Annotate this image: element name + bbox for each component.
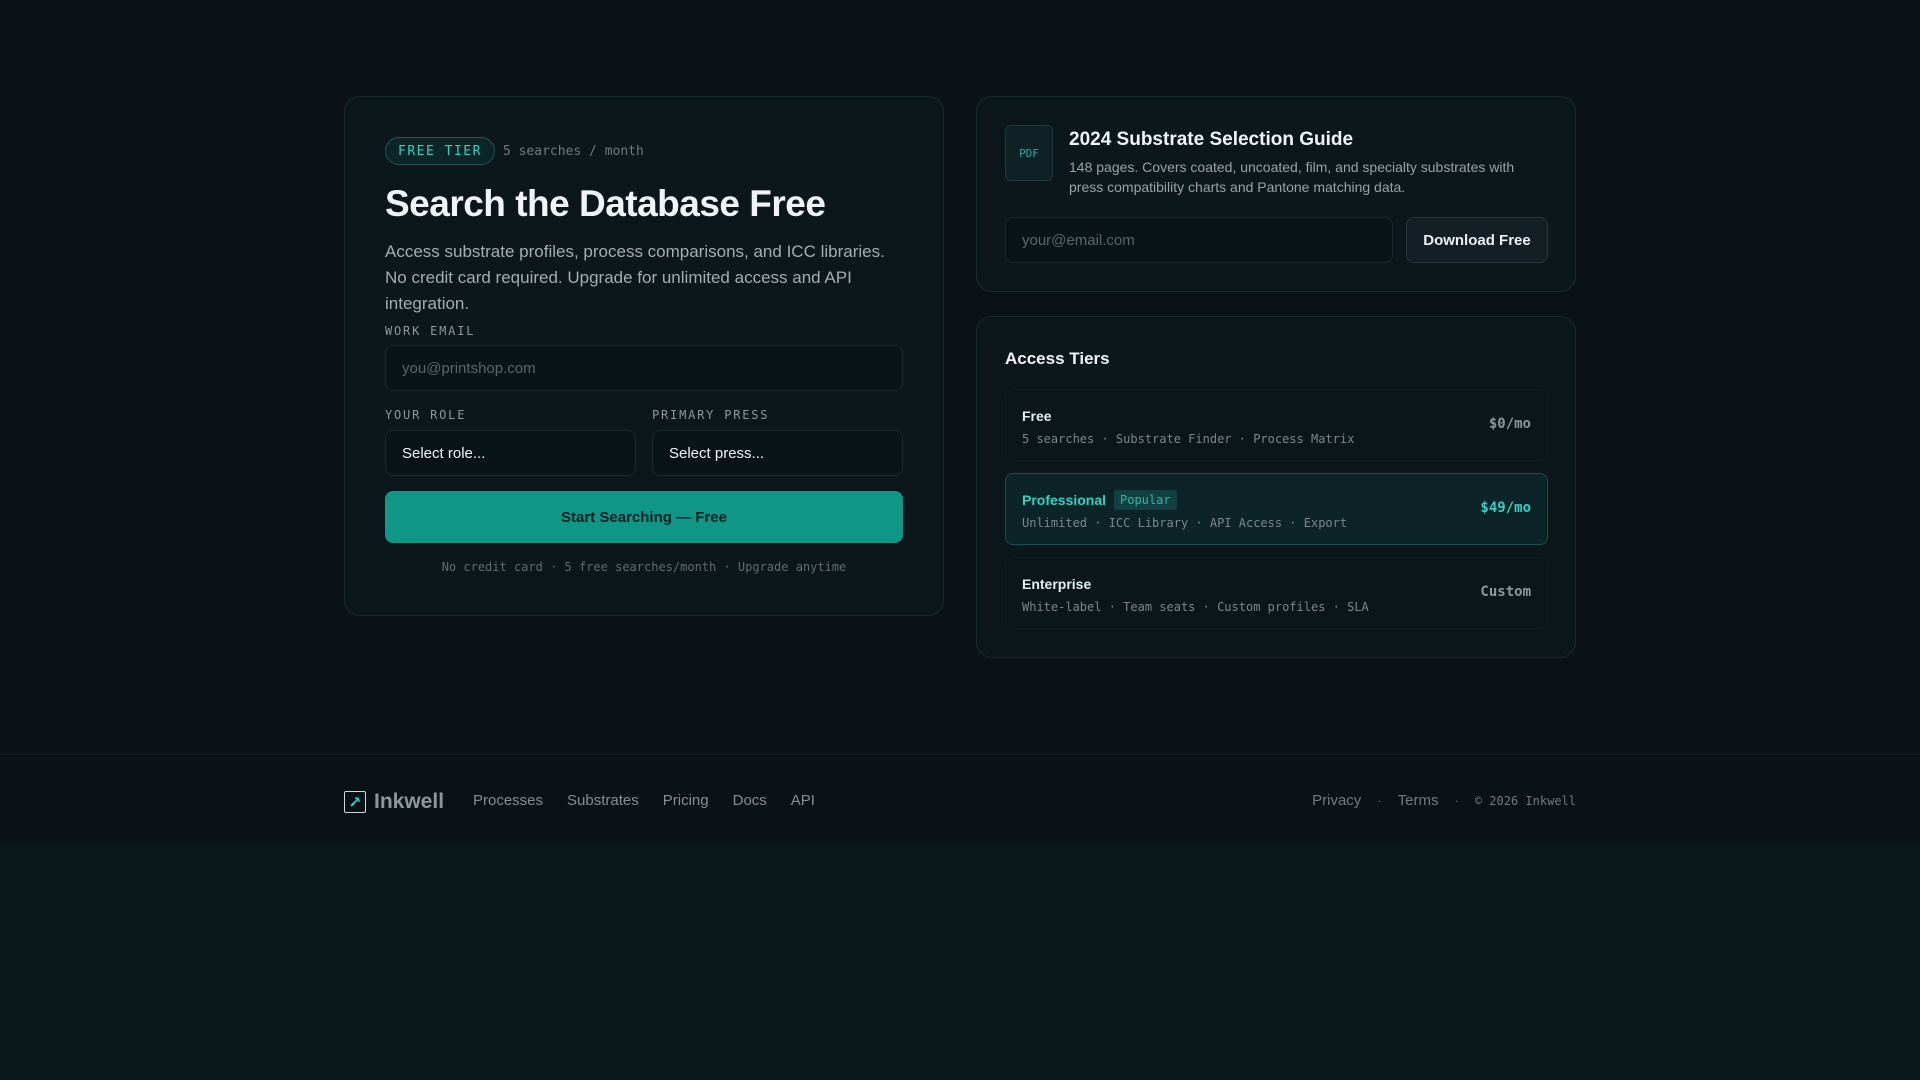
footer-link-pricing[interactable]: Pricing [663,792,709,809]
separator-dot: · [1454,793,1459,808]
signup-card: FREE TIER 5 searches / month Search the … [344,96,944,616]
press-select[interactable]: Select press... [652,430,903,476]
tier-price: Custom [1480,584,1531,600]
start-searching-button[interactable]: Start Searching — Free [385,491,903,543]
page-title: Search the Database Free [385,183,826,224]
page-subtitle: Access substrate profiles, process compa… [385,242,885,313]
footer-link-api[interactable]: API [791,792,815,809]
guide-email-input[interactable] [1005,217,1393,263]
role-select[interactable]: Select role... [385,430,636,476]
tier-row: FREE TIER 5 searches / month [385,137,644,165]
role-label: YOUR ROLE [385,408,467,422]
work-email-label: WORK EMAIL [385,324,476,338]
footer-nav: Processes Substrates Pricing Docs API [473,792,815,809]
tier-note: 5 searches / month [502,143,644,159]
guide-description: 148 pages. Covers coated, uncoated, film… [1069,159,1515,195]
download-free-button[interactable]: Download Free [1406,217,1548,263]
bottom-band [0,841,1920,1080]
footer-legal: Privacy · Terms · © 2026 Inkwell [1312,792,1576,809]
tier-price: $49/mo [1480,500,1531,516]
brand-name: Inkwell [374,790,445,813]
tier-free[interactable]: Free 5 searches · Substrate Finder · Pro… [1005,389,1548,461]
tier-enterprise[interactable]: Enterprise White-label · Team seats · Cu… [1005,557,1548,629]
free-tier-badge: FREE TIER [385,137,495,165]
tiers-heading: Access Tiers [1005,349,1110,368]
footer [0,754,1920,842]
terms-link[interactable]: Terms [1398,792,1439,809]
inkwell-logo-icon [344,791,366,813]
footer-link-docs[interactable]: Docs [733,792,767,809]
tier-name: Free [1022,408,1052,424]
footer-logo[interactable]: Inkwell [344,790,444,814]
guide-title: 2024 Substrate Selection Guide [1069,129,1354,150]
tier-features: White-label · Team seats · Custom profil… [1022,600,1369,614]
press-label: PRIMARY PRESS [652,408,770,422]
tier-name: Professional [1022,492,1107,508]
footer-link-processes[interactable]: Processes [473,792,543,809]
popular-badge: Popular [1114,490,1177,510]
privacy-link[interactable]: Privacy [1312,792,1361,809]
tier-name: Enterprise [1022,576,1092,592]
separator-dot: · [1377,793,1382,808]
tier-professional[interactable]: Professional Popular Unlimited · ICC Lib… [1005,473,1548,545]
footer-link-substrates[interactable]: Substrates [567,792,639,809]
pdf-icon: PDF [1005,125,1053,181]
work-email-input[interactable] [385,345,903,391]
tier-price: $0/mo [1488,416,1531,432]
access-tiers-card: Access Tiers Free 5 searches · Substrate… [976,316,1576,658]
guide-card: PDF 2024 Substrate Selection Guide 148 p… [976,96,1576,292]
copyright: © 2026 Inkwell [1474,793,1576,808]
fineprint: No credit card · 5 free searches/month ·… [441,560,847,574]
tier-features: 5 searches · Substrate Finder · Process … [1022,432,1355,446]
tier-features: Unlimited · ICC Library · API Access · E… [1022,516,1348,530]
